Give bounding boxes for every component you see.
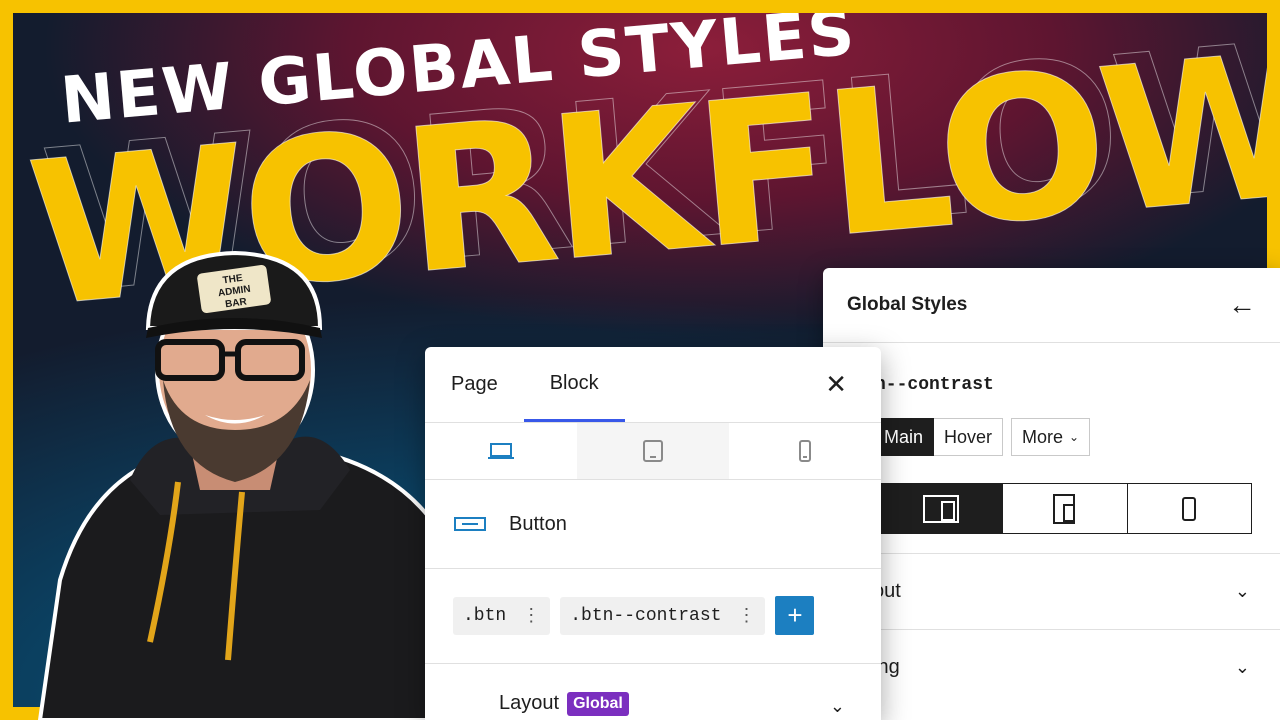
arrow-left-icon[interactable]: ← — [1228, 291, 1256, 319]
global-styles-panel: Global Styles ← n--contrast Main Hover M… — [823, 268, 1280, 720]
device-tablet-option[interactable] — [1002, 484, 1126, 533]
class-chip-label: .btn--contrast — [570, 605, 722, 626]
more-vertical-icon[interactable]: ⋮ — [522, 605, 540, 626]
global-badge: Global — [567, 692, 629, 716]
tablet-icon — [1052, 493, 1075, 524]
mobile-icon — [799, 440, 811, 462]
state-toggle-group: Main Hover — [873, 418, 1004, 456]
chevron-down-icon: ⌄ — [1069, 430, 1080, 444]
class-chip-btn[interactable]: .btn ⋮ — [453, 596, 551, 635]
chevron-down-icon: ⌄ — [1234, 657, 1250, 677]
state-main-button[interactable]: Main — [873, 418, 935, 456]
class-chip-label: .btn — [463, 605, 507, 626]
device-mobile-option[interactable] — [1126, 484, 1251, 533]
block-device-desktop[interactable] — [425, 423, 577, 479]
block-device-tabs — [425, 423, 881, 480]
laptop-icon — [488, 443, 514, 459]
chevron-down-icon: ⌄ — [1234, 581, 1250, 601]
block-device-tablet[interactable] — [577, 423, 729, 479]
class-selector-row: .btn ⋮ .btn--contrast ⋮ + — [453, 596, 815, 635]
class-chip-btn-contrast[interactable]: .btn--contrast ⋮ — [560, 596, 766, 635]
button-block-icon — [454, 517, 486, 531]
tab-page[interactable]: Page — [425, 347, 524, 422]
gs-layout-section[interactable]: out ⌄ — [873, 553, 1280, 629]
device-desktop-option[interactable] — [879, 484, 1003, 533]
layout-section[interactable]: Layout Global ⌄ — [425, 663, 881, 720]
state-hover-button[interactable]: Hover — [934, 418, 1004, 456]
settings-tabs: Page Block ✕ — [425, 347, 881, 423]
tablet-icon — [643, 440, 663, 462]
gs-spacing-section[interactable]: ing ⌄ — [873, 629, 1280, 705]
state-more-label: More — [1022, 426, 1064, 447]
tab-block[interactable]: Block — [523, 347, 625, 422]
chevron-down-icon: ⌄ — [829, 696, 845, 716]
presenter-photo: THE ADMIN BAR — [37, 250, 483, 720]
state-more-dropdown[interactable]: More ⌄ — [1011, 418, 1091, 456]
desktop-tablet-icon — [922, 494, 959, 523]
global-styles-header: Global Styles ← — [823, 268, 1280, 343]
global-styles-title: Global Styles — [847, 294, 968, 315]
state-selector: Main Hover More ⌄ — [873, 418, 1091, 456]
mobile-icon — [1182, 496, 1197, 521]
block-settings-panel: Page Block ✕ Button .btn ⋮ .btn--contras… — [425, 347, 881, 720]
block-name: Button — [509, 512, 567, 535]
more-vertical-icon[interactable]: ⋮ — [737, 605, 755, 626]
add-class-button[interactable]: + — [775, 596, 815, 635]
selected-class-name: n--contrast — [875, 375, 994, 395]
layout-label: Layout — [499, 692, 560, 714]
close-icon[interactable]: ✕ — [825, 371, 847, 397]
device-preview-toggle — [878, 483, 1252, 534]
block-device-mobile[interactable] — [729, 423, 881, 479]
block-card: Button — [425, 480, 881, 569]
